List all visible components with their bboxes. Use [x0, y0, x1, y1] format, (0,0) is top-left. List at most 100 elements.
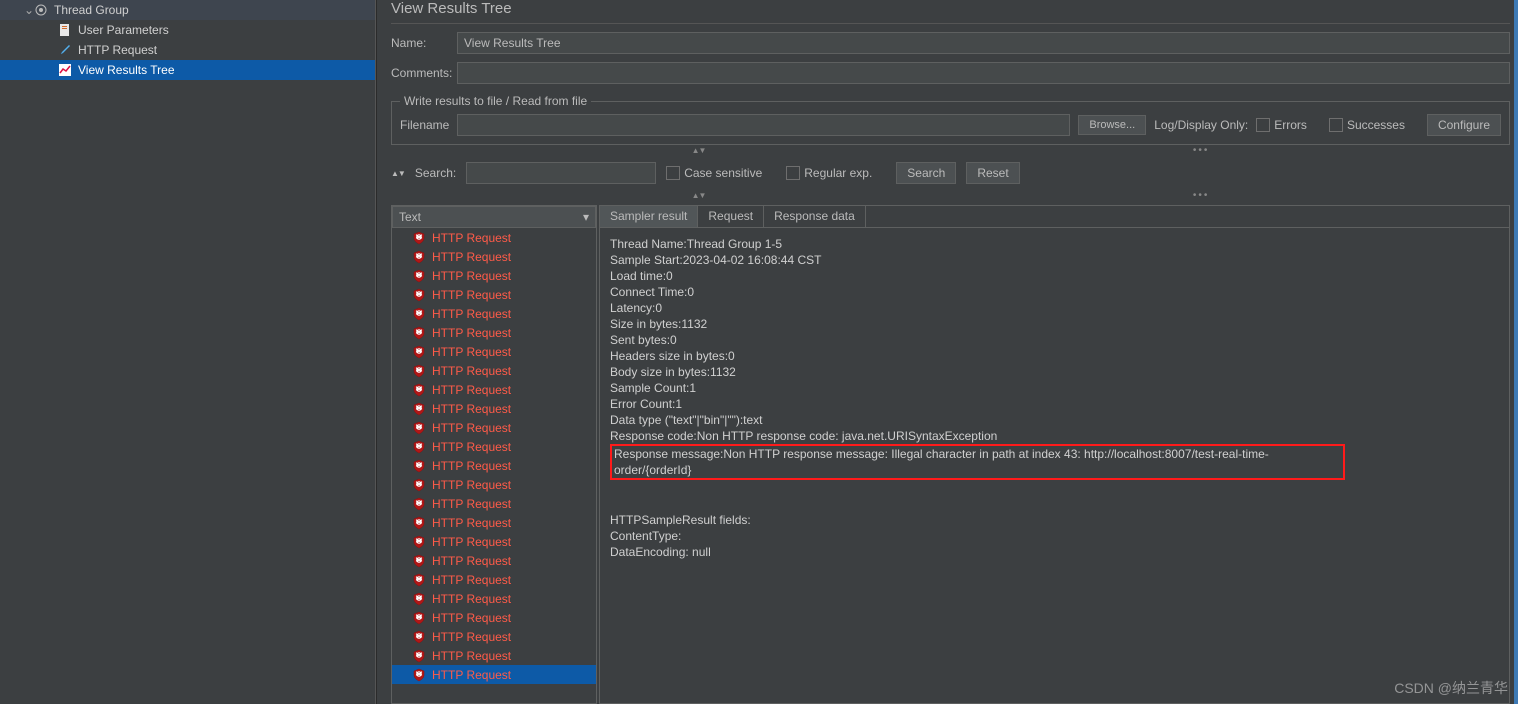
tree-item-view-results-tree[interactable]: View Results Tree — [0, 60, 375, 80]
result-item[interactable]: HTTP Request — [392, 532, 596, 551]
tree-item-user-parameters[interactable]: User Parameters — [0, 20, 375, 40]
result-item-label: HTTP Request — [432, 592, 511, 606]
result-item[interactable]: HTTP Request — [392, 665, 596, 684]
result-item[interactable]: HTTP Request — [392, 456, 596, 475]
dropdown-value: Text — [399, 210, 421, 224]
result-item[interactable]: HTTP Request — [392, 570, 596, 589]
result-item-label: HTTP Request — [432, 535, 511, 549]
sampler-line: Load time:0 — [610, 268, 1499, 284]
sampler-line: Connect Time:0 — [610, 284, 1499, 300]
error-shield-icon — [412, 535, 426, 549]
error-shield-icon — [412, 611, 426, 625]
result-item[interactable]: HTTP Request — [392, 247, 596, 266]
result-item[interactable]: HTTP Request — [392, 323, 596, 342]
error-shield-icon — [412, 364, 426, 378]
tab-response-data[interactable]: Response data — [764, 206, 866, 227]
case-sensitive-checkbox[interactable] — [666, 166, 680, 180]
tree-label: HTTP Request — [78, 43, 157, 57]
result-item-label: HTTP Request — [432, 421, 511, 435]
result-item[interactable]: HTTP Request — [392, 304, 596, 323]
sampler-line: Thread Name:Thread Group 1-5 — [610, 236, 1499, 252]
result-item-label: HTTP Request — [432, 668, 511, 682]
result-item-label: HTTP Request — [432, 307, 511, 321]
result-item[interactable]: HTTP Request — [392, 494, 596, 513]
result-item-label: HTTP Request — [432, 516, 511, 530]
error-shield-icon — [412, 288, 426, 302]
chevron-down-icon: ▾ — [583, 210, 589, 224]
result-item[interactable]: HTTP Request — [392, 361, 596, 380]
result-item-label: HTTP Request — [432, 402, 511, 416]
sampler-line: Body size in bytes:1132 — [610, 364, 1499, 380]
configure-button[interactable]: Configure — [1427, 114, 1501, 136]
log-display-label: Log/Display Only: — [1154, 118, 1248, 132]
reset-button[interactable]: Reset — [966, 162, 1019, 184]
result-item[interactable]: HTTP Request — [392, 380, 596, 399]
sampler-line: HTTPSampleResult fields: — [610, 512, 1499, 528]
result-item[interactable]: HTTP Request — [392, 342, 596, 361]
errors-label: Errors — [1274, 118, 1307, 132]
panel-title: View Results Tree — [391, 0, 1510, 24]
result-item[interactable]: HTTP Request — [392, 551, 596, 570]
errors-checkbox[interactable] — [1256, 118, 1270, 132]
result-item-label: HTTP Request — [432, 611, 511, 625]
result-item[interactable]: HTTP Request — [392, 437, 596, 456]
highlighted-response-message: Response message:Non HTTP response messa… — [610, 444, 1345, 480]
browse-button[interactable]: Browse... — [1078, 115, 1146, 135]
result-item[interactable]: HTTP Request — [392, 399, 596, 418]
sampler-line: Response code:Non HTTP response code: ja… — [610, 428, 1499, 444]
error-shield-icon — [412, 573, 426, 587]
result-item-label: HTTP Request — [432, 459, 511, 473]
result-item[interactable]: HTTP Request — [392, 589, 596, 608]
sampler-line: Sample Start:2023-04-02 16:08:44 CST — [610, 252, 1499, 268]
tab-sampler-result[interactable]: Sampler result — [600, 206, 698, 227]
result-item[interactable]: HTTP Request — [392, 475, 596, 494]
name-input[interactable] — [457, 32, 1510, 54]
result-item-label: HTTP Request — [432, 573, 511, 587]
renderer-dropdown[interactable]: Text ▾ — [392, 206, 596, 228]
result-list[interactable]: HTTP RequestHTTP RequestHTTP RequestHTTP… — [392, 228, 596, 703]
sampler-result-content[interactable]: Thread Name:Thread Group 1-5Sample Start… — [600, 228, 1509, 703]
error-shield-icon — [412, 668, 426, 682]
watermark: CSDN @纳兰青华 — [1394, 678, 1508, 698]
search-label: Search: — [415, 166, 456, 180]
error-shield-icon — [412, 421, 426, 435]
search-input[interactable] — [466, 162, 656, 184]
error-shield-icon — [412, 402, 426, 416]
result-item[interactable]: HTTP Request — [392, 646, 596, 665]
tree-item-http-request[interactable]: HTTP Request — [0, 40, 375, 60]
expand-arrow-icon[interactable]: ⌄ — [24, 3, 34, 17]
case-sensitive-label: Case sensitive — [684, 166, 762, 180]
tree-item-thread-group[interactable]: ⌄ Thread Group — [0, 0, 375, 20]
search-button[interactable]: Search — [896, 162, 956, 184]
result-item-label: HTTP Request — [432, 440, 511, 454]
result-item[interactable]: HTTP Request — [392, 285, 596, 304]
regexp-checkbox[interactable] — [786, 166, 800, 180]
document-icon — [58, 23, 72, 37]
file-fieldset: Write results to file / Read from file F… — [391, 94, 1510, 145]
error-shield-icon — [412, 630, 426, 644]
sampler-line: Sent bytes:0 — [610, 332, 1499, 348]
filename-input[interactable] — [457, 114, 1070, 136]
sampler-line: Data type ("text"|"bin"|""):text — [610, 412, 1499, 428]
test-plan-tree[interactable]: ⌄ Thread Group User Parameters HTTP Requ… — [0, 0, 376, 704]
tree-label: User Parameters — [78, 23, 169, 37]
error-shield-icon — [412, 497, 426, 511]
result-item-label: HTTP Request — [432, 288, 511, 302]
result-item[interactable]: HTTP Request — [392, 627, 596, 646]
fieldset-legend: Write results to file / Read from file — [400, 94, 591, 108]
error-shield-icon — [412, 345, 426, 359]
result-item[interactable]: HTTP Request — [392, 418, 596, 437]
tab-request[interactable]: Request — [698, 206, 764, 227]
error-shield-icon — [412, 592, 426, 606]
result-item[interactable]: HTTP Request — [392, 266, 596, 285]
result-item[interactable]: HTTP Request — [392, 513, 596, 532]
result-item[interactable]: HTTP Request — [392, 228, 596, 247]
result-item-label: HTTP Request — [432, 478, 511, 492]
comments-input[interactable] — [457, 62, 1510, 84]
result-item-label: HTTP Request — [432, 326, 511, 340]
successes-checkbox[interactable] — [1329, 118, 1343, 132]
regexp-label: Regular exp. — [804, 166, 872, 180]
result-item[interactable]: HTTP Request — [392, 608, 596, 627]
result-item-label: HTTP Request — [432, 231, 511, 245]
result-tabs: Sampler result Request Response data — [600, 206, 1509, 228]
